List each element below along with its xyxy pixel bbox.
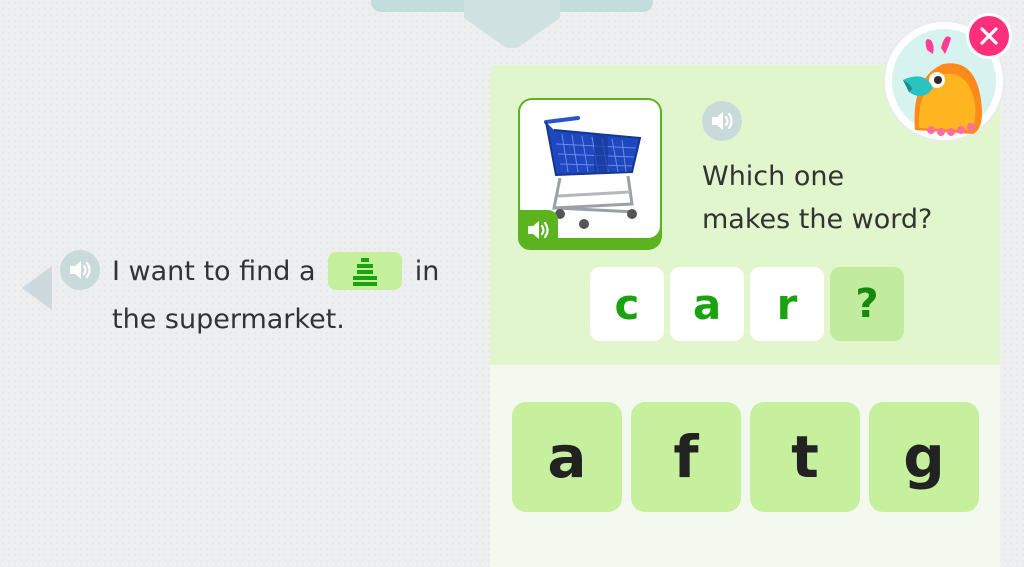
letter-tile: a — [670, 267, 744, 341]
close-icon — [980, 27, 998, 45]
letter-tile: r — [750, 267, 824, 341]
hidden-word-chip — [328, 251, 403, 290]
speaker-icon — [528, 221, 549, 239]
speaker-icon — [70, 261, 91, 279]
sentence: I want to find a in the supermarket. — [112, 248, 472, 344]
picture-card[interactable] — [518, 98, 662, 250]
word-tiles: c a r ? — [590, 267, 904, 341]
letter-tile: c — [590, 267, 664, 341]
answer-choices: a f t g — [512, 402, 979, 512]
picture-speaker-button[interactable] — [518, 210, 558, 250]
sentence-before: I want to find a — [112, 256, 316, 287]
speaker-icon — [712, 112, 733, 130]
choice-button-t[interactable]: t — [750, 402, 860, 512]
sentence-after: in — [414, 256, 440, 287]
stacked-bars-icon — [353, 257, 378, 286]
choice-button-a[interactable]: a — [512, 402, 622, 512]
question-text: Which one makes the word? — [702, 155, 992, 241]
choice-button-f[interactable]: f — [631, 402, 741, 512]
sentence-line2: the supermarket. — [112, 304, 345, 335]
question-line2: makes the word? — [702, 204, 933, 235]
question-line1: Which one — [702, 161, 845, 192]
choice-button-g[interactable]: g — [869, 402, 979, 512]
missing-letter-tile: ? — [830, 267, 904, 341]
chevron-down-icon — [464, 0, 560, 48]
question-speaker-button[interactable] — [702, 101, 742, 141]
sentence-speaker-button[interactable] — [60, 250, 100, 290]
close-button[interactable] — [966, 13, 1012, 59]
previous-button[interactable] — [22, 266, 52, 310]
